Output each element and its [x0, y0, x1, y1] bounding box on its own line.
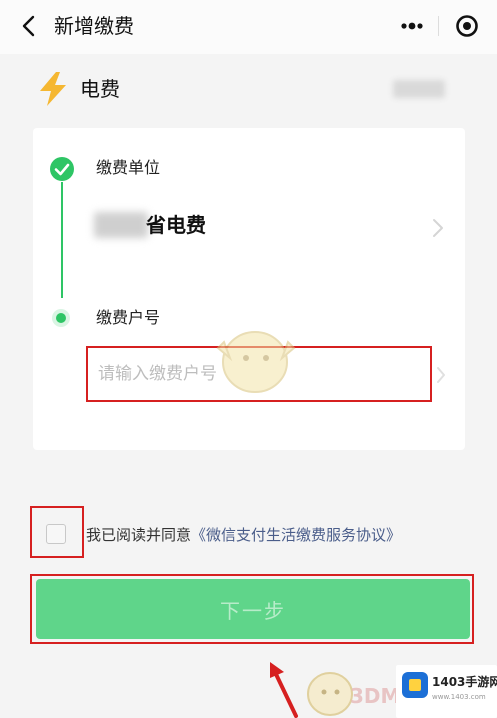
service-name: 电费 [80, 77, 120, 101]
more-dots-icon[interactable] [400, 22, 424, 30]
agreement-checkbox[interactable] [46, 524, 66, 544]
blurred-province [94, 212, 148, 238]
top-bar: 新增缴费 [0, 0, 497, 54]
lightning-bolt-icon [40, 72, 66, 106]
agreement-prefix: 我已阅读并同意 [86, 526, 192, 544]
mascot-watermark-icon [216, 331, 296, 393]
page-title: 新增缴费 [54, 14, 134, 38]
agreement-link[interactable]: 《微信支付生活缴费服务协议》 [191, 526, 401, 544]
step-dot [56, 313, 66, 323]
blurred-info [393, 80, 445, 98]
check-circle-icon [50, 157, 74, 181]
agreement-text: 我已阅读并同意《微信支付生活缴费服务协议》 [86, 524, 401, 546]
chevron-right-icon[interactable] [432, 218, 444, 238]
payment-unit-label: 缴费单位 [96, 158, 161, 177]
watermark-3dm: 3DM [350, 684, 401, 708]
site-url: www.1403.com [432, 693, 486, 701]
site-logo-icon [402, 672, 428, 698]
next-step-button[interactable]: 下一步 [36, 579, 470, 639]
payment-unit-value[interactable]: 省电费 [146, 210, 206, 240]
chevron-right-icon[interactable] [436, 366, 446, 384]
site-name: 1403手游网 [432, 675, 497, 689]
chevron-left-icon[interactable] [20, 14, 38, 38]
account-number-label: 缴费户号 [96, 308, 161, 327]
arrow-annotation-icon [270, 662, 298, 718]
step-connector [61, 182, 63, 298]
target-circle-icon[interactable] [455, 14, 479, 38]
capsule-divider [438, 16, 439, 36]
